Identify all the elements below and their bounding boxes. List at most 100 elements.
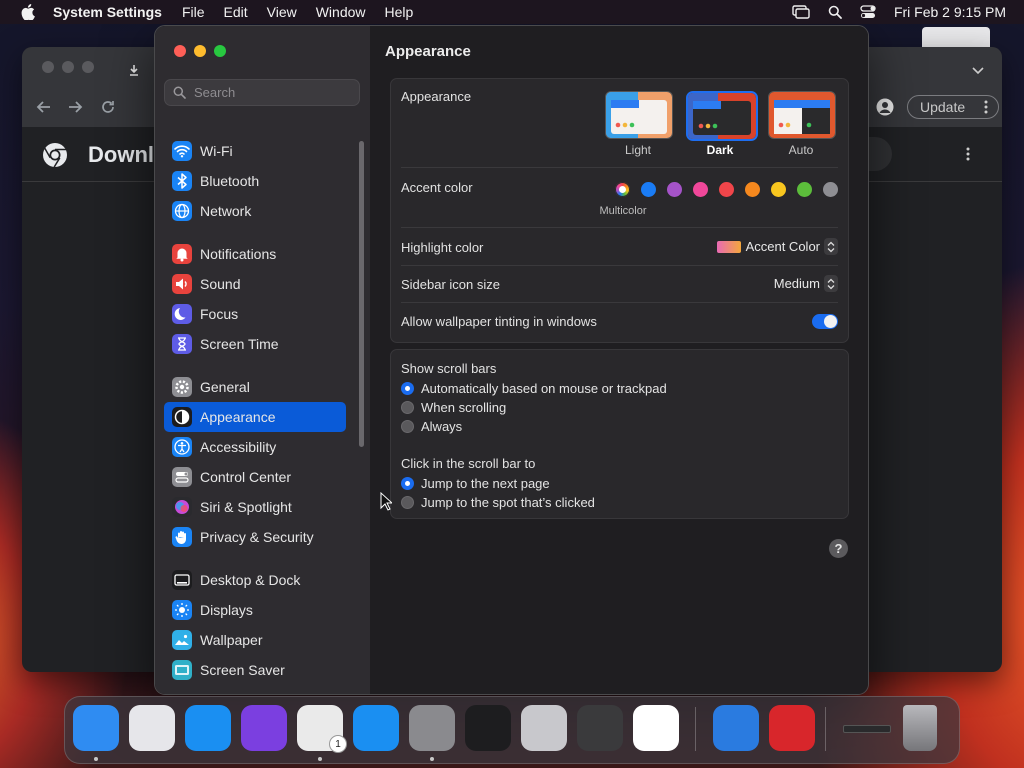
finder-icon[interactable] (73, 705, 119, 751)
sidebar-item-accessibility[interactable]: Accessibility (164, 432, 346, 462)
accent-color-swatch[interactable] (771, 182, 786, 197)
dock-separator (825, 707, 826, 751)
search-input[interactable] (192, 84, 356, 101)
menu-window[interactable]: Window (316, 4, 366, 20)
sidebar-item-network[interactable]: Network (164, 196, 346, 226)
appearance-dark-option[interactable] (686, 91, 758, 141)
menu-file[interactable]: File (182, 4, 205, 20)
wifi-icon (172, 141, 192, 161)
chrome-logo-icon (42, 142, 68, 171)
garageband-icon[interactable] (577, 705, 623, 751)
app-store-icon[interactable] (353, 705, 399, 751)
sidebar-item-appearance[interactable]: Appearance (164, 402, 346, 432)
photo-booth-icon[interactable] (769, 705, 815, 751)
browser-close-button[interactable] (42, 61, 54, 73)
accent-color-swatch[interactable] (745, 182, 760, 197)
sidebar-item-notifications[interactable]: Notifications (164, 239, 346, 269)
forward-arrow-icon[interactable] (67, 99, 83, 118)
wallpaper-tinting-toggle[interactable] (812, 314, 838, 329)
help-button[interactable]: ? (829, 539, 848, 558)
sidebar-item-screen-saver[interactable]: Screen Saver (164, 655, 346, 685)
moon-icon (172, 304, 192, 324)
accent-color-swatch[interactable] (719, 182, 734, 197)
browser-update-button[interactable]: Update (907, 95, 999, 119)
scroll-when-scrolling-radio[interactable]: When scrolling (401, 400, 506, 415)
jump-next-page-radio[interactable]: Jump to the next page (401, 476, 550, 491)
appearance-label: Appearance (401, 89, 472, 104)
sidebar-item-general[interactable]: General (164, 372, 346, 402)
divider (401, 167, 838, 168)
scroll-auto-radio[interactable]: Automatically based on mouse or trackpad (401, 381, 667, 396)
sidebar-item-siri-spotlight[interactable]: Siri & Spotlight (164, 492, 346, 522)
auto-caption: Auto (788, 143, 814, 157)
sidebar-item-screen-time[interactable]: Screen Time (164, 329, 346, 359)
highlight-value: Accent Color (745, 239, 820, 254)
safari-icon[interactable] (185, 705, 231, 751)
divider (401, 302, 838, 303)
click-scroll-bar-label: Click in the scroll bar to (401, 456, 536, 471)
window-minimize-button[interactable] (194, 45, 206, 57)
disk-utility-icon[interactable] (521, 705, 567, 751)
kebab-menu-icon (984, 100, 988, 117)
highlight-swatch (716, 240, 741, 253)
window-zoom-button[interactable] (214, 45, 226, 57)
accent-multicolor-swatch[interactable] (615, 182, 630, 197)
dock-icon (172, 570, 192, 590)
sidebar-scrollbar[interactable] (359, 141, 364, 447)
control-center-icon[interactable] (860, 5, 876, 19)
radio-unselected (401, 401, 414, 414)
browser-minimize-button[interactable] (62, 61, 74, 73)
chrome-icon[interactable]: 1 (297, 705, 347, 753)
sidebar-item-desktop-dock[interactable]: Desktop & Dock (164, 565, 346, 595)
accent-color-swatch[interactable] (693, 182, 708, 197)
system-settings-icon[interactable] (409, 705, 455, 751)
window-close-button[interactable] (174, 45, 186, 57)
weather-icon[interactable] (713, 705, 759, 751)
sidebar-item-focus[interactable]: Focus (164, 299, 346, 329)
sidebar-item-privacy-security[interactable]: Privacy & Security (164, 522, 346, 552)
apple-menu-icon[interactable] (18, 4, 38, 20)
accent-color-swatch[interactable] (823, 182, 838, 197)
menu-edit[interactable]: Edit (224, 4, 248, 20)
sidebar-item-sound[interactable]: Sound (164, 269, 346, 299)
downloads-stack-icon[interactable] (841, 705, 891, 751)
sidebar-item-displays[interactable]: Displays (164, 595, 346, 625)
sidebar-item-wi-fi[interactable]: Wi-Fi (164, 136, 346, 166)
launchpad-icon[interactable] (129, 705, 175, 751)
appearance-auto-option[interactable] (768, 91, 836, 139)
menu-view[interactable]: View (267, 4, 297, 20)
firefox-icon[interactable] (241, 705, 287, 751)
wallpaper-icon (172, 630, 192, 650)
menu-bar-clock[interactable]: Fri Feb 2 9:15 PM (894, 4, 1006, 20)
profile-avatar-icon[interactable] (876, 98, 894, 119)
reload-icon[interactable] (100, 99, 116, 118)
mouse-cursor-icon (380, 491, 394, 514)
sidebar-search-field[interactable] (164, 79, 360, 106)
trash-icon[interactable] (903, 705, 937, 751)
screen-mirroring-icon[interactable] (792, 5, 810, 19)
accent-color-swatch[interactable] (797, 182, 812, 197)
sidebar-icon-size-popup[interactable]: Medium (774, 275, 838, 292)
browser-zoom-button[interactable] (82, 61, 94, 73)
running-indicator (430, 757, 434, 761)
sidebar-item-control-center[interactable]: Control Center (164, 462, 346, 492)
jump-to-spot-radio[interactable]: Jump to the spot that’s clicked (401, 495, 595, 510)
accent-color-swatch[interactable] (667, 182, 682, 197)
back-arrow-icon[interactable] (36, 99, 52, 118)
tab-search-chevron-icon[interactable] (972, 63, 984, 78)
accessibility-icon (172, 437, 192, 457)
scroll-always-radio[interactable]: Always (401, 419, 462, 434)
highlight-color-popup[interactable]: Accent Color (716, 238, 838, 255)
app-menu[interactable]: System Settings (53, 4, 162, 20)
document-icon[interactable] (922, 27, 990, 49)
appearance-light-option[interactable] (605, 91, 673, 139)
menu-help[interactable]: Help (385, 4, 414, 20)
spotlight-search-icon[interactable] (828, 5, 842, 19)
sidebar-item-bluetooth[interactable]: Bluetooth (164, 166, 346, 196)
downloads-more-icon[interactable] (966, 147, 970, 164)
vscode-icon[interactable] (633, 705, 679, 751)
accent-color-swatch[interactable] (641, 182, 656, 197)
sidebar-item-wallpaper[interactable]: Wallpaper (164, 625, 346, 655)
terminal-icon[interactable] (465, 705, 511, 751)
